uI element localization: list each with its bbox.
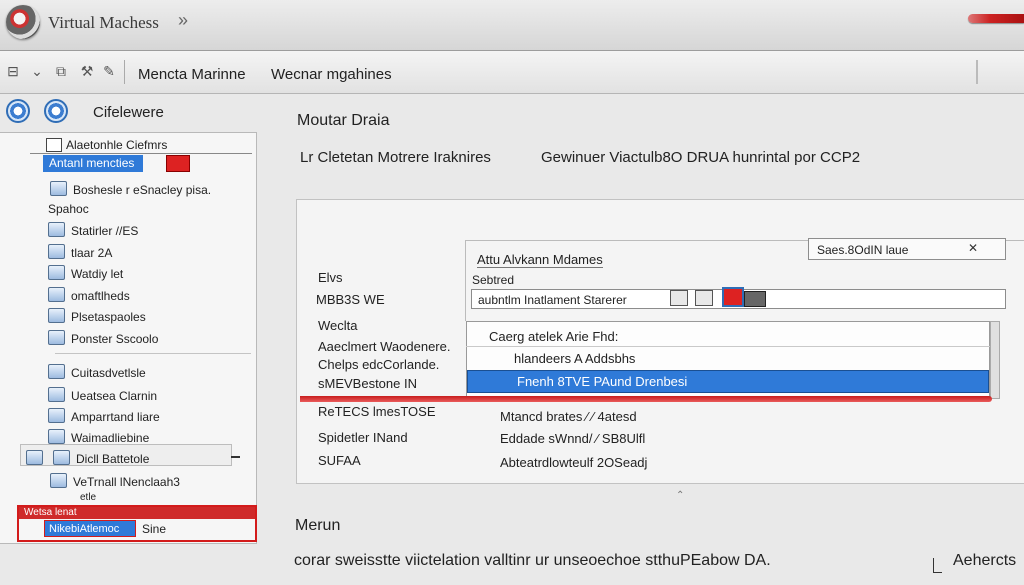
tools-icon[interactable]: ⚒ [78,62,96,80]
sidebar-item[interactable]: Statirler //ES [48,222,138,238]
sidebar-item-highlighted[interactable]: Antanl mencties [43,155,143,172]
dropdown-item[interactable]: hlandeers A Addsbhs [514,351,635,366]
back-icon[interactable]: ⊟ [4,62,22,80]
window-title: Virtual Machess [48,13,159,32]
list-icon [48,308,65,323]
sidebar-item[interactable]: VeTrnall lNenclaah3 [50,473,180,489]
edit-icon [48,265,65,280]
divider [466,346,990,347]
footer-heading: Merun [295,517,341,534]
collapse-icon[interactable] [231,456,240,458]
checkbox[interactable] [46,138,62,152]
chevron-down-icon[interactable]: ⌄ [28,62,46,80]
sidebar-item[interactable]: etle [80,492,96,503]
sidebar-item[interactable]: Spahoc [48,202,89,216]
sidebar-item[interactable]: Ponster Sscoolo [48,330,158,346]
home-icon [26,450,43,465]
title-chevron-icon[interactable]: » [178,10,188,31]
resize-handle-icon[interactable]: ⌃ [676,490,684,501]
sidebar-item[interactable]: Watdiy let [48,265,123,281]
sidebar-item-tail: Sine [142,522,167,536]
sidebar-item-top[interactable]: Alaetonhle Ciefmrs [66,138,167,152]
sidebar-item[interactable]: Ueatsea Clarnin [48,387,157,403]
section-description: Gewinuer Viactulb8O DRUA hunrintal por C… [541,149,861,166]
field-label: Elvs [318,270,343,285]
disk-icon[interactable] [722,287,744,307]
field-label: sMEVBestone IN [318,376,417,391]
highlight-underline [300,396,992,402]
section-subtitle: Lr Cletetan Motrere Iraknires [300,149,491,166]
field-label: Chelps edcCorlande. [318,357,440,372]
refresh-icon[interactable] [44,99,68,123]
tool-icon [48,429,65,444]
close-icon[interactable]: ✕ [968,241,978,255]
window-icon [48,287,65,302]
flag-icon [166,155,190,172]
detail-row: Abteatrdlowteulf 2OSeadj [500,455,648,470]
storage-icon [48,408,65,423]
field-label: ReTECS lmesTOSE [318,404,436,419]
sidebar-item[interactable]: Waimadliebine [48,429,149,445]
page-title: Moutar Draia [297,112,390,129]
page-icon [48,244,65,259]
footer-link[interactable]: Aehercts [953,552,1016,570]
field-label: Aaeclmert Waodenere. [318,339,451,354]
input-controls [670,290,716,308]
sidebar-item[interactable]: Plsetaspaoles [48,308,146,324]
sidebar-title: Cifelewere [93,104,164,121]
sidebar-item[interactable]: omaftlheds [48,287,130,303]
form-title: Attu Alvkann Mdames [477,252,603,268]
globe-icon[interactable] [6,99,30,123]
divider [55,353,251,354]
sidebar-item[interactable]: Wetsa lenat [24,507,77,518]
corner-icon [933,558,942,573]
detail-row: Eddade sWnnd/ ⁄ SB8Ulfl [500,431,646,446]
chart-icon [48,387,65,402]
sidebar-item[interactable]: Dicll Battetole [26,450,149,466]
drive-icon[interactable] [744,291,766,307]
window-icon[interactable]: ⧉ [52,62,70,80]
field-label: Weclta [318,318,358,333]
app-logo-icon [6,5,40,39]
sidebar-item[interactable]: Amparrtand liare [48,408,160,424]
minus-icon[interactable] [670,290,688,306]
field-label: Spidetler INand [318,430,408,445]
detail-row: Mtancd brates ⁄ ⁄ 4atesd [500,409,637,424]
network-icon [48,364,65,379]
sidebar-item[interactable]: Boshesle r eSnacley pisa. [50,181,211,197]
toolbar-divider [124,60,125,84]
toolbar-grip[interactable] [976,60,978,84]
divider [30,153,252,154]
monitor-icon [50,473,67,488]
footer-text: corar sweisstte viictelation valltinr ur… [294,552,771,569]
dropdown-scrollbar[interactable] [990,321,1000,399]
form-label: Sebtred [472,273,515,287]
gear-icon [48,330,65,345]
sidebar-item[interactable]: tlaar 2A [48,244,112,260]
sidebar-item[interactable]: Cuitasdvetlsle [48,364,146,380]
dropdown-item-selected-label: Fnenh 8TVE PAund Drenbesi [517,374,688,389]
folder-icon [50,181,67,196]
dropdown-item[interactable]: Caerg atelek Arie Fhd: [489,329,618,344]
sidebar-item-selected[interactable]: NikebiAtlemoc [44,520,136,537]
page-icon [48,222,65,237]
tab-machine[interactable]: Mencta Marinne [138,66,246,83]
field-label: SUFAA [318,453,361,468]
field-label: MBB3S WE [316,292,385,307]
arrow-icon[interactable] [695,290,714,306]
pen-icon[interactable]: ✎ [100,62,118,80]
tab-machines[interactable]: Wecnar mgahines [271,66,392,83]
server-icon [53,450,70,465]
window-control-bar[interactable] [968,14,1024,23]
